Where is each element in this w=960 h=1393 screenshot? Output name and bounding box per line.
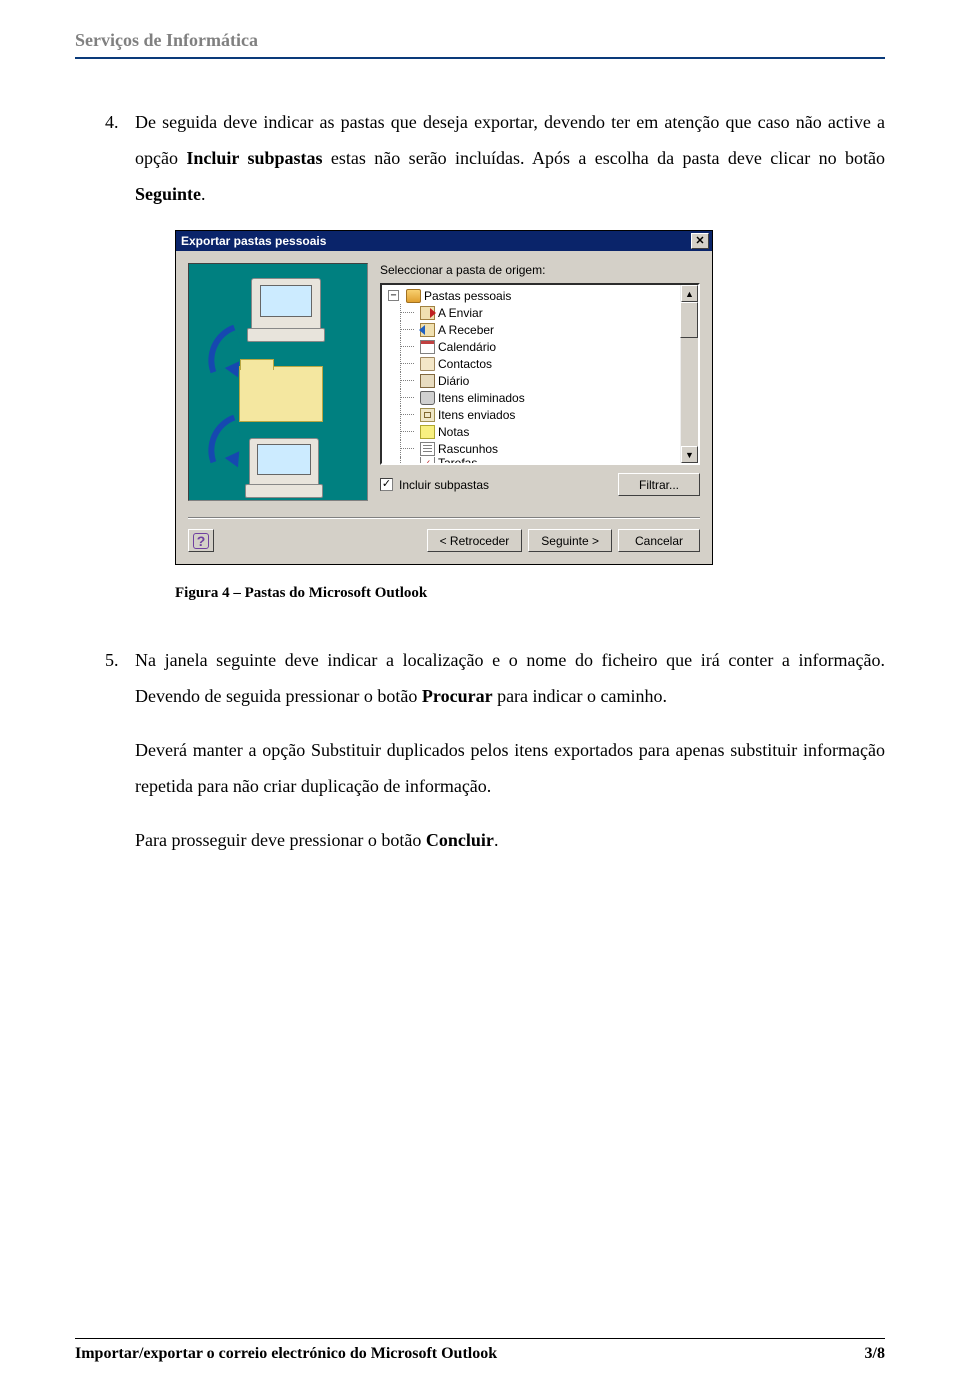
scroll-thumb[interactable] (680, 302, 698, 338)
page-footer: Importar/exportar o correio electrónico … (75, 1338, 885, 1363)
tree-item[interactable]: Notas (386, 423, 698, 440)
journal-icon (420, 374, 435, 388)
footer-rule (75, 1338, 885, 1339)
wizard-illustration (188, 263, 368, 501)
item-number: 4. (105, 104, 135, 212)
list-item: 5. Na janela seguinte deve indicar a loc… (105, 642, 885, 714)
inbox-icon (420, 323, 435, 337)
sent-icon (420, 408, 435, 422)
contacts-icon (420, 357, 435, 371)
close-button[interactable]: ✕ (691, 233, 709, 249)
tree-label: Contactos (438, 357, 492, 371)
drafts-icon (420, 442, 435, 456)
text: Para prosseguir deve pressionar o botão (135, 830, 426, 850)
list-item: 4. De seguida deve indicar as pastas que… (105, 104, 885, 212)
tree-item[interactable]: Contactos (386, 355, 698, 372)
include-subfolders-checkbox[interactable]: ✓ (380, 478, 393, 491)
tree-item[interactable]: Calendário (386, 338, 698, 355)
tree-label: Pastas pessoais (424, 289, 511, 303)
tree-label: Tarefas (438, 457, 477, 465)
scroll-down-button[interactable]: ▼ (681, 446, 698, 463)
tree-item[interactable]: A Receber (386, 321, 698, 338)
next-button[interactable]: Seguinte > (528, 529, 612, 552)
footer-title: Importar/exportar o correio electrónico … (75, 1345, 497, 1363)
tree-item[interactable]: Tarefas (386, 457, 698, 465)
page-header: Serviços de Informática (75, 30, 885, 51)
text: . (201, 184, 206, 204)
paragraph: Deverá manter a opção Substituir duplica… (135, 732, 885, 804)
tree-label: Rascunhos (438, 442, 498, 456)
export-dialog: Exportar pastas pessoais ✕ Seleccionar a… (175, 230, 713, 565)
filter-button[interactable]: Filtrar... (618, 473, 700, 496)
item-number: 5. (105, 642, 135, 714)
tree-label: Notas (438, 425, 469, 439)
tree-item[interactable]: A Enviar (386, 304, 698, 321)
item-text: Na janela seguinte deve indicar a locali… (135, 642, 885, 714)
dialog-titlebar: Exportar pastas pessoais ✕ (176, 231, 712, 251)
folder-root-icon (406, 289, 421, 303)
tree-item[interactable]: Itens eliminados (386, 389, 698, 406)
text: estas não serão incluídas. Após a escolh… (323, 148, 885, 168)
tree-label: Itens enviados (438, 408, 515, 422)
outbox-icon (420, 306, 435, 320)
back-button[interactable]: < Retroceder (427, 529, 523, 552)
paragraph: Para prosseguir deve pressionar o botão … (135, 822, 885, 858)
help-icon: ? (193, 533, 209, 549)
tree-label: A Enviar (438, 306, 483, 320)
prompt-label: Seleccionar a pasta de origem: (380, 263, 700, 277)
tasks-icon (420, 457, 435, 465)
notes-icon (420, 425, 435, 439)
tree-item[interactable]: Diário (386, 372, 698, 389)
help-button[interactable]: ? (188, 529, 214, 552)
page-number: 3/8 (865, 1345, 885, 1363)
tree-label: A Receber (438, 323, 494, 337)
figure-caption: Figura 4 – Pastas do Microsoft Outlook (175, 585, 885, 602)
tree-item[interactable]: Rascunhos (386, 440, 698, 457)
text: . (494, 830, 499, 850)
item-text: De seguida deve indicar as pastas que de… (135, 104, 885, 212)
dialog-screenshot: Exportar pastas pessoais ✕ Seleccionar a… (175, 230, 885, 565)
bold-text: Concluir (426, 830, 494, 850)
scrollbar[interactable]: ▲ ▼ (680, 285, 698, 463)
bold-text: Seguinte (135, 184, 201, 204)
text: para indicar o caminho. (493, 686, 667, 706)
scroll-up-button[interactable]: ▲ (681, 285, 698, 302)
tree-item[interactable]: Itens enviados (386, 406, 698, 423)
header-rule (75, 57, 885, 59)
calendar-icon (420, 340, 435, 354)
bold-text: Procurar (422, 686, 493, 706)
dialog-title: Exportar pastas pessoais (181, 234, 326, 248)
checkbox-label: Incluir subpastas (399, 478, 489, 492)
tree-label: Diário (438, 374, 469, 388)
bold-text: Incluir subpastas (186, 148, 322, 168)
folder-tree[interactable]: − Pastas pessoais A Enviar A Receber Cal… (380, 283, 700, 465)
deleted-icon (420, 391, 435, 405)
cancel-button[interactable]: Cancelar (618, 529, 700, 552)
tree-label: Itens eliminados (438, 391, 525, 405)
tree-expander-icon[interactable]: − (388, 290, 399, 301)
tree-label: Calendário (438, 340, 496, 354)
tree-root[interactable]: − Pastas pessoais (386, 287, 698, 304)
